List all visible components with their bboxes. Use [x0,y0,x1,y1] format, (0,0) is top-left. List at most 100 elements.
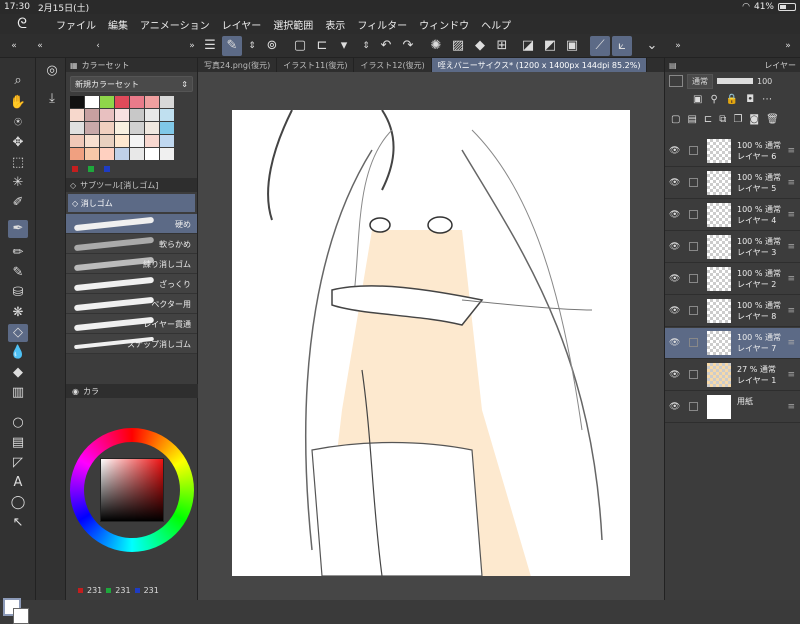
color-swatch[interactable] [100,135,114,147]
color-swatch[interactable] [85,109,99,121]
drag-handle-icon[interactable]: ≡ [787,370,795,380]
color-swatch[interactable] [160,148,174,160]
rect-select-icon[interactable]: ⬚ [8,154,28,172]
color-swatch[interactable] [145,135,159,147]
color-swatch[interactable] [100,148,114,160]
color-panel-tab[interactable]: カラ [83,386,99,397]
color-swatch[interactable] [145,109,159,121]
layer-select-checkbox[interactable] [689,178,698,187]
selection-icon[interactable]: ▣ [562,36,582,56]
chevron-down-icon[interactable]: ⌄ [642,36,662,56]
color-swatch[interactable] [115,122,129,134]
footer-red-swatch[interactable] [72,166,78,172]
color-swatch[interactable] [130,122,144,134]
clip-icon[interactable]: ▣ [693,94,702,108]
clear-icon[interactable]: ▨ [448,36,468,56]
airbrush-icon[interactable]: ⛁ [8,284,28,302]
visibility-eye-icon[interactable]: 👁 [669,178,680,188]
color-swatch[interactable] [100,96,114,108]
footer-green-swatch[interactable] [88,166,94,172]
collapse-left-icon-2[interactable]: « [30,36,50,56]
menu-view[interactable]: 表示 [319,17,351,32]
chevron-left-icon[interactable]: ‹ [88,36,108,56]
drag-handle-icon[interactable]: ≡ [787,178,795,188]
drag-handle-icon[interactable]: ≡ [787,274,795,284]
layer-row[interactable]: 👁 100 % 通常 レイヤー 6 ≡ [665,136,800,167]
sub-color-swatch[interactable] [13,608,29,624]
visibility-eye-icon[interactable]: 👁 [669,274,680,284]
color-swatch[interactable] [115,148,129,160]
frame-icon[interactable]: ▤ [8,434,28,452]
color-swatch[interactable] [145,148,159,160]
hand-icon[interactable]: ✋ [8,94,28,112]
color-swatch[interactable] [85,148,99,160]
tab-document[interactable]: イラスト11(復元) [277,58,355,72]
layer-select-checkbox[interactable] [689,402,698,411]
blend-mode-select[interactable]: 通常 [687,73,713,89]
brush-snap-icon[interactable]: ⟀ [612,36,632,56]
gradient-icon[interactable]: ▥ [8,384,28,402]
import-icon[interactable]: ⤓ [42,90,62,108]
color-swatch[interactable] [100,109,114,121]
visibility-eye-icon[interactable]: 👁 [669,146,680,156]
move-icon[interactable]: ✥ [8,134,28,152]
reference-icon[interactable]: ⚲ [710,94,717,108]
color-swatch[interactable] [130,135,144,147]
layer-select-checkbox[interactable] [689,274,698,283]
color-swatch[interactable] [160,122,174,134]
menu-animation[interactable]: アニメーション [134,17,216,32]
brush-icon[interactable]: ✎ [8,264,28,282]
color-swatch[interactable] [160,135,174,147]
redo-icon[interactable]: ↷ [398,36,418,56]
new-folder-icon[interactable]: ⊏ [704,114,712,132]
text-icon[interactable]: A [8,474,28,492]
expand-right-icon[interactable]: » [182,36,202,56]
color-swatch[interactable] [145,96,159,108]
footer-blue-swatch[interactable] [104,166,110,172]
color-swatch[interactable] [70,96,84,108]
color-swatch[interactable] [160,109,174,121]
color-swatch[interactable] [85,96,99,108]
color-swatch[interactable] [115,96,129,108]
visibility-eye-icon[interactable]: 👁 [669,402,680,412]
drag-handle-icon[interactable]: ≡ [787,146,795,156]
collapse-left-icon[interactable]: « [4,36,24,56]
opacity-slider[interactable] [717,78,753,84]
color-swatch[interactable] [130,109,144,121]
layer-row[interactable]: 👁 100 % 通常 レイヤー 3 ≡ [665,232,800,263]
menu-file[interactable]: ファイル [50,17,102,32]
drag-handle-icon[interactable]: ≡ [787,242,795,252]
layer-panel-title[interactable]: レイヤー [764,60,796,71]
color-swatch[interactable] [100,122,114,134]
color-swatch[interactable] [70,148,84,160]
navigator-icon[interactable]: ◎ [42,62,62,80]
balloon-icon[interactable]: ◯ [8,494,28,512]
subtool-item[interactable]: 練り消しゴム [66,254,197,274]
transform-icon[interactable]: ⊞ [492,36,512,56]
menu-filter[interactable]: フィルター [351,17,413,32]
layer-row[interactable]: 👁 100 % 通常 レイヤー 5 ≡ [665,168,800,199]
figure-icon[interactable]: ○ [8,414,28,432]
subtool-item[interactable]: 硬め [66,214,197,234]
expand-right-icon-2[interactable]: » [778,36,798,56]
loading-icon[interactable]: ✺ [426,36,446,56]
color-swatch[interactable] [70,135,84,147]
open-folder-icon[interactable]: ⊏ [312,36,332,56]
drag-handle-icon[interactable]: ≡ [787,338,795,348]
tab-document[interactable]: 写真24.png(復元) [198,58,278,72]
visibility-eye-icon[interactable]: 👁 [669,370,680,380]
ruler-icon[interactable]: ◸ [8,454,28,472]
menu-icon[interactable]: ☰ [200,36,220,56]
drawing-canvas[interactable] [232,110,630,576]
undo-icon[interactable]: ↶ [376,36,396,56]
drag-handle-icon[interactable]: ≡ [787,210,795,220]
layer-select-checkbox[interactable] [689,370,698,379]
color-swatch[interactable] [160,96,174,108]
tab-document-active[interactable]: 咥えバニーサイクス* (1200 x 1400px 144dpi 85.2%) [431,58,648,72]
chevron-updown-icon-2[interactable]: ⇕ [356,36,376,56]
layer-color-icon[interactable] [669,75,683,87]
duplicate-icon[interactable]: ❐ [733,114,742,132]
blend-icon[interactable]: 💧 [8,344,28,362]
fill-bucket-icon[interactable]: ◆ [8,364,28,382]
magic-wand-icon[interactable]: ✳ [8,174,28,192]
